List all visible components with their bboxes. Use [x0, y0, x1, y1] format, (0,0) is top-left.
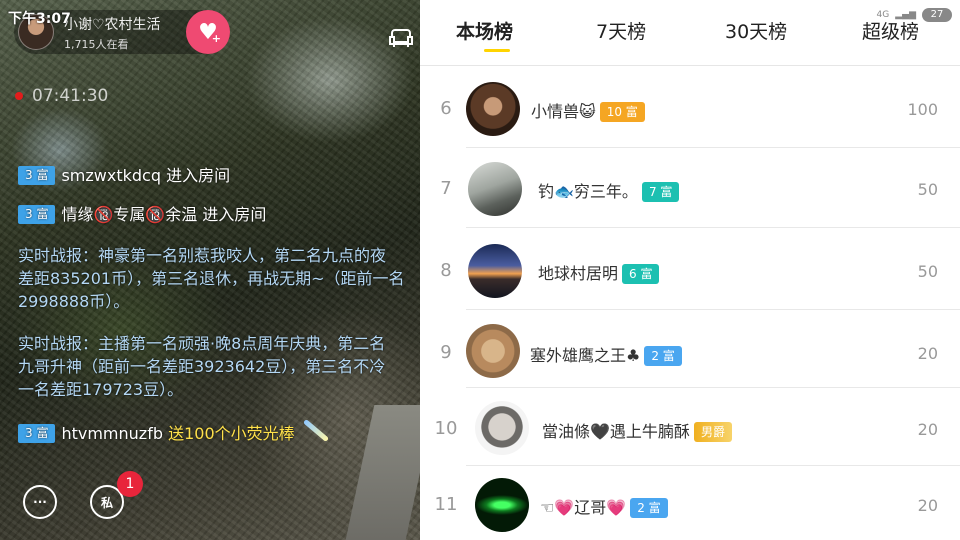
rank-number: 7 [440, 178, 452, 199]
ranking-panel: 本场榜 7天榜 30天榜 超级榜 4G ▂▄▆ 27 6 小情兽😺 10 富 10… [420, 0, 960, 540]
rank-number: 6 [440, 98, 452, 119]
chat-bubble-icon: ··· [33, 495, 47, 509]
user-name: 钓🐟穷三年。 [538, 182, 638, 201]
battery-icon: 27 [922, 8, 952, 22]
broadcast-line: 九哥升神（距前一名差距3923642豆），第三名不冷 [18, 357, 386, 376]
chat-action: 进入房间 [166, 166, 231, 185]
comment-button[interactable]: ··· [23, 485, 57, 519]
user-name: 小情兽😺 [531, 102, 596, 121]
broadcast-line: 2998888币）。 [18, 292, 130, 311]
follow-button[interactable]: ♥ + [186, 10, 230, 54]
signal-icon: ▂▄▆ [895, 10, 916, 20]
host-name: 小谢♡农村生活 [64, 17, 161, 33]
chat-user[interactable]: htvmmnuzfb [61, 424, 163, 443]
row-divider [466, 147, 960, 148]
user-entry: 钓🐟穷三年。 7 富 [538, 178, 680, 202]
avatar[interactable] [475, 478, 529, 532]
user-name: 塞外雄鹰之王♣ [530, 346, 641, 365]
noble-badge: 男爵 [693, 422, 732, 442]
user-entry: 小情兽😺 10 富 [531, 98, 645, 122]
rank-number: 11 [434, 494, 458, 515]
network-label: 4G [876, 10, 890, 20]
user-entry: 地球村居明 6 富 [538, 260, 660, 284]
private-label: 私 [100, 495, 113, 510]
tab-7-days[interactable]: 7天榜 [596, 17, 646, 44]
broadcast-line: 一名差距179723豆）。 [18, 380, 184, 399]
score: 100 [907, 100, 938, 119]
rank-number: 10 [434, 418, 458, 439]
tab-current-session[interactable]: 本场榜 [456, 17, 513, 44]
wealth-badge: 7 富 [641, 182, 680, 202]
avatar[interactable] [475, 401, 529, 455]
rank-number: 9 [440, 342, 452, 363]
score: 50 [917, 180, 938, 199]
chat-entry: 3 富情缘🔞专属🔞余温 进入房间 [18, 203, 266, 227]
score: 20 [917, 344, 938, 363]
broadcast-line: 实时战报：主播第一名顽强·晚8点周年庆典，第二名 [18, 334, 386, 353]
ranking-row[interactable]: 7 钓🐟穷三年。 7 富 50 [420, 150, 960, 228]
level-badge: 3 富 [18, 424, 56, 443]
recording-dot-icon [15, 92, 23, 100]
user-entry: 塞外雄鹰之王♣ 2 富 [530, 342, 682, 366]
wealth-badge: 2 富 [644, 346, 682, 366]
level-badge: 3 富 [18, 205, 56, 224]
ranking-tabs: 本场榜 7天榜 30天榜 超级榜 4G ▂▄▆ 27 [420, 0, 960, 66]
live-stream-view[interactable]: 小谢♡农村生活 1,715人在看 ♥ + 下午3:07 07:41:30 3 富… [0, 0, 420, 540]
plus-icon: + [211, 32, 221, 45]
tab-30-days[interactable]: 30天榜 [725, 17, 787, 44]
ranking-row[interactable]: 11 ☜💗辽哥💗 2 富 20 [420, 466, 960, 540]
chat-user[interactable]: 情缘🔞专属🔞余温 [61, 205, 197, 224]
score: 20 [917, 496, 938, 515]
chat-action: 进入房间 [202, 205, 267, 224]
ranking-row[interactable]: 10 當油條🖤遇上牛腩酥 男爵 20 [420, 388, 960, 466]
broadcast-line: 实时战报：神豪第一名别惹我咬人，第二名九点的夜 [18, 246, 387, 265]
ranking-row[interactable]: 9 塞外雄鹰之王♣ 2 富 20 [420, 310, 960, 388]
chat-user[interactable]: smzwxtkdcq [61, 166, 161, 185]
avatar[interactable] [468, 162, 522, 216]
gift-text: 送100个小荧光棒 [168, 424, 295, 443]
rank-number: 8 [440, 260, 452, 281]
stream-elapsed-time: 07:41:30 [32, 86, 109, 106]
broadcast-line: 差距835201币），第三名退休，再战无期~（距前一名 [18, 269, 405, 288]
level-badge: 3 富 [18, 166, 56, 185]
gift-message: 3 富 htvmmnuzfb 送100个小荧光棒 [18, 418, 331, 446]
chat-entry: 3 富 smzwxtkdcq 进入房间 [18, 164, 230, 188]
glow-stick-icon [302, 418, 329, 443]
wealth-badge: 10 富 [599, 102, 645, 122]
system-broadcast: 实时战报：神豪第一名别惹我咬人，第二名九点的夜 差距835201币），第三名退休… [18, 244, 420, 313]
avatar[interactable] [468, 244, 522, 298]
avatar[interactable] [466, 324, 520, 378]
ranking-row[interactable]: 6 小情兽😺 10 富 100 [420, 70, 960, 148]
row-divider [466, 227, 960, 228]
status-bar-icons: 4G ▂▄▆ 27 [877, 8, 952, 22]
status-time: 下午3:07 [8, 11, 71, 27]
unread-badge: 1 [117, 471, 143, 497]
viewer-count: 1,715人在看 [64, 38, 129, 51]
user-name: 當油條🖤遇上牛腩酥 [542, 422, 690, 441]
user-name: ☜💗辽哥💗 [540, 498, 627, 517]
score: 50 [917, 262, 938, 281]
sofa-icon[interactable] [388, 24, 414, 50]
wealth-badge: 6 富 [622, 264, 660, 284]
score: 20 [917, 420, 938, 439]
active-tab-indicator [484, 49, 510, 52]
wealth-badge: 2 富 [630, 498, 668, 518]
user-entry: ☜💗辽哥💗 2 富 [540, 494, 668, 518]
user-entry: 當油條🖤遇上牛腩酥 男爵 [542, 418, 732, 442]
system-broadcast: 实时战报：主播第一名顽强·晚8点周年庆典，第二名 九哥升神（距前一名差距3923… [18, 332, 420, 401]
avatar[interactable] [466, 82, 520, 136]
ranking-row[interactable]: 8 地球村居明 6 富 50 [420, 232, 960, 310]
user-name: 地球村居明 [538, 264, 619, 283]
